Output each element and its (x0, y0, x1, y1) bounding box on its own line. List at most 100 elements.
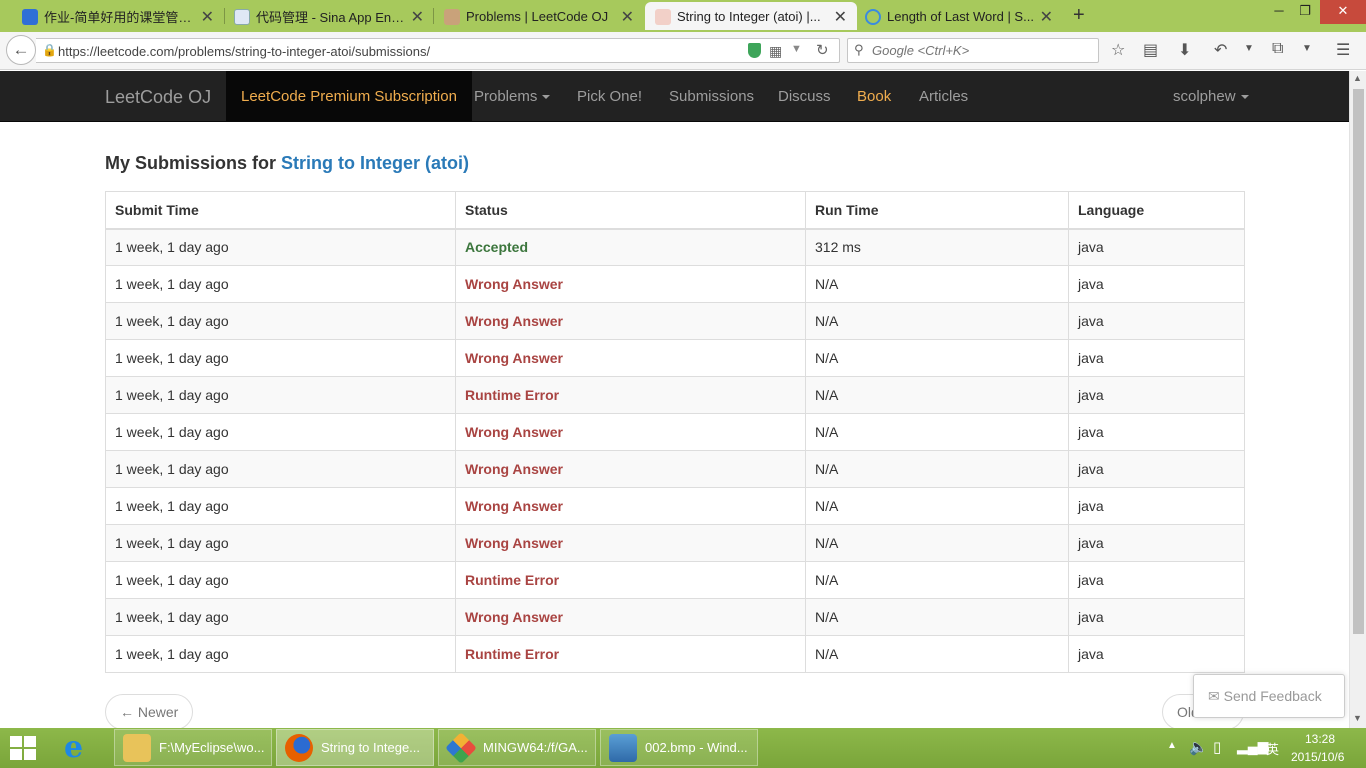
bookmark-star-icon[interactable]: ☆ (1111, 40, 1125, 60)
status-link[interactable]: Runtime Error (465, 387, 559, 403)
table-cell: Wrong Answer (455, 450, 806, 488)
nav-submissions[interactable]: Submissions (669, 71, 754, 122)
close-tab-icon[interactable]: ✕ (1040, 7, 1053, 27)
browser-tab-2[interactable]: 代码管理 - Sina App Eng... ✕ (212, 2, 434, 30)
table-cell: Runtime Error (455, 561, 806, 599)
table-row: 1 week, 1 day ago Wrong Answer N/A java (105, 524, 1245, 562)
url-bar[interactable]: 🔒 https://leetcode.com/problems/string-t… (36, 38, 840, 63)
screenshot-crop-icon[interactable]: ⧉ (1272, 40, 1283, 58)
leetcode-favicon-icon (444, 9, 460, 25)
scroll-down-arrow-icon[interactable]: ▼ (1353, 713, 1362, 723)
taskbar-item-explorer[interactable]: F:\MyEclipse\wo... (114, 729, 272, 766)
vertical-scrollbar[interactable]: ▲ ▼ (1349, 71, 1366, 728)
menu-icon[interactable]: ☰ (1336, 40, 1350, 60)
lock-icon[interactable]: 🔒 (42, 43, 57, 57)
chevron-down-icon[interactable]: ▼ (791, 43, 802, 55)
newer-page-button[interactable]: ← Newer (105, 694, 194, 728)
feedback-label: Send Feedback (1223, 688, 1322, 704)
submissions-table: Submit Time Status Run Time Language 1 w… (105, 191, 1245, 673)
download-icon[interactable]: ⬇ (1178, 40, 1191, 60)
windows-start-button[interactable] (10, 736, 38, 762)
nav-pick-one[interactable]: Pick One! (577, 71, 642, 122)
clock-time[interactable]: 13:28 (1305, 732, 1335, 746)
restore-window-button[interactable]: ❐ (1292, 0, 1318, 24)
browser-tab-4-active[interactable]: String to Integer (atoi) |... ✕ (645, 2, 857, 30)
status-link[interactable]: Runtime Error (465, 646, 559, 662)
column-header-status: Status (455, 191, 806, 230)
taskbar-item-git-bash[interactable]: MINGW64:/f/GA... (438, 729, 596, 766)
language-cell: java (1078, 572, 1104, 588)
taskbar-item-paint[interactable]: 002.bmp - Wind... (600, 729, 758, 766)
url-text[interactable]: https://leetcode.com/problems/string-to-… (58, 44, 430, 59)
chevron-down-icon[interactable]: ▼ (1244, 43, 1254, 54)
tab-title: Length of Last Word | S... (887, 8, 1034, 24)
problem-link[interactable]: String to Integer (atoi) (281, 153, 469, 173)
table-row: 1 week, 1 day ago Wrong Answer N/A java (105, 413, 1245, 451)
input-method-indicator[interactable]: 英 (1266, 739, 1279, 758)
search-input[interactable] (872, 42, 1092, 59)
status-link[interactable]: Runtime Error (465, 572, 559, 588)
table-header-row: Submit Time Status Run Time Language (105, 191, 1245, 230)
status-link[interactable]: Wrong Answer (465, 609, 563, 625)
browser-tab-5[interactable]: Length of Last Word | S... ✕ (843, 2, 1063, 30)
send-feedback-button[interactable]: ✉ Send Feedback (1193, 674, 1345, 718)
taskbar-item-firefox[interactable]: String to Intege... (276, 729, 434, 766)
security-shield-icon[interactable] (748, 43, 761, 58)
undo-icon[interactable]: ↶ (1214, 40, 1227, 60)
status-link[interactable]: Wrong Answer (465, 276, 563, 292)
table-row: 1 week, 1 day ago Accepted 312 ms java (105, 228, 1245, 266)
table-cell: Runtime Error (455, 635, 806, 673)
status-link[interactable]: Wrong Answer (465, 313, 563, 329)
table-cell: 1 week, 1 day ago (105, 450, 456, 488)
table-cell: java (1068, 635, 1245, 673)
close-window-button[interactable]: ✕ (1320, 0, 1366, 24)
status-link[interactable]: Wrong Answer (465, 461, 563, 477)
submit-time-cell: 1 week, 1 day ago (115, 461, 229, 477)
qr-code-icon[interactable]: ▦ (769, 43, 782, 60)
status-link[interactable]: Accepted (465, 239, 528, 255)
volume-icon[interactable]: 🔈 (1189, 738, 1208, 756)
table-cell: 1 week, 1 day ago (105, 635, 456, 673)
table-row: 1 week, 1 day ago Wrong Answer N/A java (105, 339, 1245, 377)
minimize-window-button[interactable]: ─ (1266, 0, 1292, 24)
browser-tab-1[interactable]: 作业-简单好用的课堂管理... ✕ (0, 2, 224, 30)
internet-explorer-icon[interactable]: e (64, 733, 96, 763)
browser-tab-3[interactable]: Problems | LeetCode OJ ✕ (422, 2, 644, 30)
back-button[interactable]: ← (6, 35, 36, 65)
run-time-cell: N/A (815, 276, 839, 292)
clock-date[interactable]: 2015/10/6 (1291, 750, 1344, 764)
submit-time-cell: 1 week, 1 day ago (115, 609, 229, 625)
scrollbar-thumb[interactable] (1353, 89, 1364, 634)
chevron-down-icon[interactable]: ▼ (1302, 43, 1312, 54)
submissions-table-body: 1 week, 1 day ago Accepted 312 ms java 1 wee… (105, 228, 1245, 673)
status-link[interactable]: Wrong Answer (465, 350, 563, 366)
reading-list-icon[interactable]: ▤ (1143, 40, 1158, 60)
show-hidden-icons-icon[interactable]: ▲ (1167, 740, 1177, 751)
table-cell: Accepted (455, 228, 806, 266)
back-arrow-icon: ← (12, 40, 30, 59)
new-tab-button[interactable]: + (1073, 4, 1085, 27)
windows-logo-icon (10, 736, 22, 747)
close-tab-icon[interactable]: ✕ (621, 7, 634, 27)
status-link[interactable]: Wrong Answer (465, 498, 563, 514)
nav-book[interactable]: Book (857, 71, 891, 122)
network-signal-icon[interactable]: ▂▄▆ (1237, 738, 1268, 755)
submit-time-cell: 1 week, 1 day ago (115, 276, 229, 292)
status-link[interactable]: Wrong Answer (465, 424, 563, 440)
status-link[interactable]: Wrong Answer (465, 535, 563, 551)
reload-icon[interactable]: ↻ (816, 41, 829, 59)
user-menu-dropdown[interactable]: scolphew (1173, 71, 1249, 122)
nav-discuss[interactable]: Discuss (778, 71, 831, 122)
site-brand[interactable]: LeetCode OJ (105, 87, 211, 108)
nav-problems-dropdown[interactable]: Problems (474, 71, 551, 122)
language-cell: java (1078, 646, 1104, 662)
power-icon[interactable]: ▯ (1213, 738, 1221, 756)
table-row: 1 week, 1 day ago Wrong Answer N/A java (105, 487, 1245, 525)
scroll-up-arrow-icon[interactable]: ▲ (1353, 73, 1362, 83)
table-cell: Wrong Answer (455, 413, 806, 451)
table-cell: N/A (805, 487, 1069, 525)
premium-subscription-link[interactable]: LeetCode Premium Subscription (226, 71, 472, 122)
search-bar[interactable]: ⚲ (847, 38, 1099, 63)
nav-articles[interactable]: Articles (919, 71, 968, 122)
table-cell: 1 week, 1 day ago (105, 302, 456, 340)
